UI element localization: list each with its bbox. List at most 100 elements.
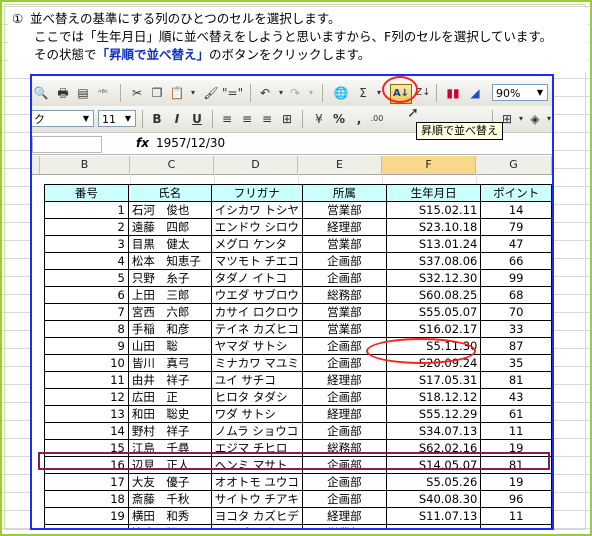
cell-furigana[interactable]: サイトウ チアキ	[210, 490, 303, 508]
cell-points[interactable]: 47	[480, 235, 552, 253]
header-name[interactable]: 氏名	[127, 184, 212, 202]
cell-name[interactable]: 石河 俊也	[127, 201, 212, 219]
cell-points[interactable]: 11	[480, 422, 552, 440]
cell-name[interactable]: 野村 祥子	[127, 422, 212, 440]
header-number[interactable]: 番号	[44, 184, 129, 202]
preview-icon[interactable]: 🔍	[32, 84, 50, 102]
cell-furigana[interactable]: カサイ ロクロウ	[210, 303, 303, 321]
cell-number[interactable]: 6	[44, 286, 129, 304]
cell-name[interactable]: 遠藤 四郎	[127, 218, 212, 236]
cell-birthdate[interactable]: S16.08.24	[385, 524, 482, 528]
cell-points[interactable]: 99	[480, 269, 552, 287]
cell-birthdate[interactable]: S55.05.07	[385, 303, 482, 321]
cell-name[interactable]: 広田 正	[127, 388, 212, 406]
cell-number[interactable]: 15	[44, 439, 129, 457]
cell-number[interactable]: 17	[44, 473, 129, 491]
italic-icon[interactable]: I	[168, 110, 186, 128]
chart-wizard-icon[interactable]: ▮▮	[444, 84, 462, 102]
cell-furigana[interactable]: エンドウ シロウ	[210, 218, 303, 236]
cell-number[interactable]: 5	[44, 269, 129, 287]
cell-points[interactable]: 19	[480, 439, 552, 457]
font-size-dropdown-icon[interactable]: ▼	[122, 111, 134, 126]
cell-department[interactable]: 経理部	[301, 371, 387, 389]
cell-birthdate[interactable]: S32.12.30	[385, 269, 482, 287]
cell-birthdate[interactable]: S62.02.16	[385, 439, 482, 457]
cell-name[interactable]: 上田 三郎	[127, 286, 212, 304]
cell-furigana[interactable]: メグロ ケンタ	[210, 235, 303, 253]
cell-department[interactable]: 総務部	[301, 286, 387, 304]
cell-birthdate[interactable]: S23.10.18	[385, 218, 482, 236]
header-points[interactable]: ポイント	[480, 184, 552, 202]
cell-points[interactable]: 11	[480, 507, 552, 525]
font-size-combo[interactable]: 11 ▼	[98, 110, 136, 127]
cell-furigana[interactable]: マツモト チエコ	[210, 252, 303, 270]
zoom-combo[interactable]: 90% ▼	[492, 84, 548, 101]
cell-department[interactable]: 企画部	[301, 422, 387, 440]
cell-furigana[interactable]: ワダ サトシ	[210, 405, 303, 423]
cell-name[interactable]: 山田 聡	[127, 337, 212, 355]
column-header-e[interactable]: E	[298, 156, 382, 174]
comma-style-icon[interactable]: ,	[350, 110, 368, 128]
align-right-icon[interactable]: ≡	[258, 110, 276, 128]
print-icon[interactable]: 🖶	[54, 84, 72, 102]
cell-points[interactable]: 70	[480, 303, 552, 321]
cell-furigana[interactable]: ヨコタ カズヒデ	[210, 507, 303, 525]
cell-number[interactable]: 1	[44, 201, 129, 219]
cell-name[interactable]: 由井 祥子	[127, 371, 212, 389]
cell-points[interactable]: 96	[480, 490, 552, 508]
function-icon[interactable]: fx	[136, 136, 149, 150]
name-box[interactable]	[32, 136, 102, 153]
cell-name[interactable]: 目黒 健太	[127, 235, 212, 253]
cell-department[interactable]: 企画部	[301, 354, 387, 372]
cell-birthdate[interactable]: S60.08.25	[385, 286, 482, 304]
cell-points[interactable]: 81	[480, 456, 552, 474]
cell-birthdate[interactable]: S17.05.31	[385, 371, 482, 389]
percent-icon[interactable]: %	[330, 110, 348, 128]
cell-department[interactable]: 企画部	[301, 490, 387, 508]
font-name-combo[interactable]: ク ▼	[32, 110, 94, 127]
underline-icon[interactable]: U	[188, 110, 206, 128]
cell-department[interactable]: 企画部	[301, 337, 387, 355]
cell-furigana[interactable]: ヘンミ マサト	[210, 456, 303, 474]
cell-number[interactable]: 18	[44, 490, 129, 508]
cell-birthdate[interactable]: S16.02.17	[385, 320, 482, 338]
cell-number[interactable]: 8	[44, 320, 129, 338]
cell-points[interactable]: 35	[480, 354, 552, 372]
header-birthdate[interactable]: 生年月日	[385, 184, 482, 202]
cell-furigana[interactable]: エジマ チヒロ	[210, 439, 303, 457]
cell-birthdate[interactable]: S14.05.07	[385, 456, 482, 474]
cell-department[interactable]: 営業部	[301, 201, 387, 219]
cell-furigana[interactable]: オオトモ ユウコ	[210, 473, 303, 491]
cell-birthdate[interactable]: S15.02.11	[385, 201, 482, 219]
cell-name[interactable]: 皆川 真弓	[127, 354, 212, 372]
cell-department[interactable]: 営業部	[301, 235, 387, 253]
header-department[interactable]: 所属	[301, 184, 387, 202]
spellcheck-icon[interactable]: ᴬᴮᶜ	[94, 84, 112, 102]
cell-number[interactable]: 13	[44, 405, 129, 423]
cell-name[interactable]: 辺見 正人	[127, 456, 212, 474]
merge-center-icon[interactable]: ⊞	[278, 110, 296, 128]
column-header-d[interactable]: D	[214, 156, 298, 174]
column-header-g[interactable]: G	[476, 156, 552, 174]
cell-furigana[interactable]: シミズ ヨウイチ	[210, 524, 303, 528]
cell-birthdate[interactable]: S40.08.30	[385, 490, 482, 508]
cell-birthdate[interactable]: S5.05.26	[385, 473, 482, 491]
cell-department[interactable]: 企画部	[301, 388, 387, 406]
cell-furigana[interactable]: ノムラ ショウコ	[210, 422, 303, 440]
print-preview-icon[interactable]: ▤	[74, 84, 92, 102]
align-center-icon[interactable]: ≡	[238, 110, 256, 128]
cell-points[interactable]: 66	[480, 252, 552, 270]
cut-icon[interactable]: ✂	[128, 84, 146, 102]
cell-points[interactable]: 87	[480, 337, 552, 355]
cell-number[interactable]: 16	[44, 456, 129, 474]
cell-birthdate[interactable]: S5.11.30	[385, 337, 482, 355]
cell-name[interactable]: 斎藤 千秋	[127, 490, 212, 508]
cell-department[interactable]: 企画部	[301, 456, 387, 474]
cell-birthdate[interactable]: S18.12.12	[385, 388, 482, 406]
cell-number[interactable]: 11	[44, 371, 129, 389]
cell-number[interactable]: 10	[44, 354, 129, 372]
cell-number[interactable]: 20	[44, 524, 129, 528]
hyperlink-icon[interactable]: 🌐	[332, 84, 350, 102]
cell-number[interactable]: 3	[44, 235, 129, 253]
cell-name[interactable]: 和田 聡史	[127, 405, 212, 423]
